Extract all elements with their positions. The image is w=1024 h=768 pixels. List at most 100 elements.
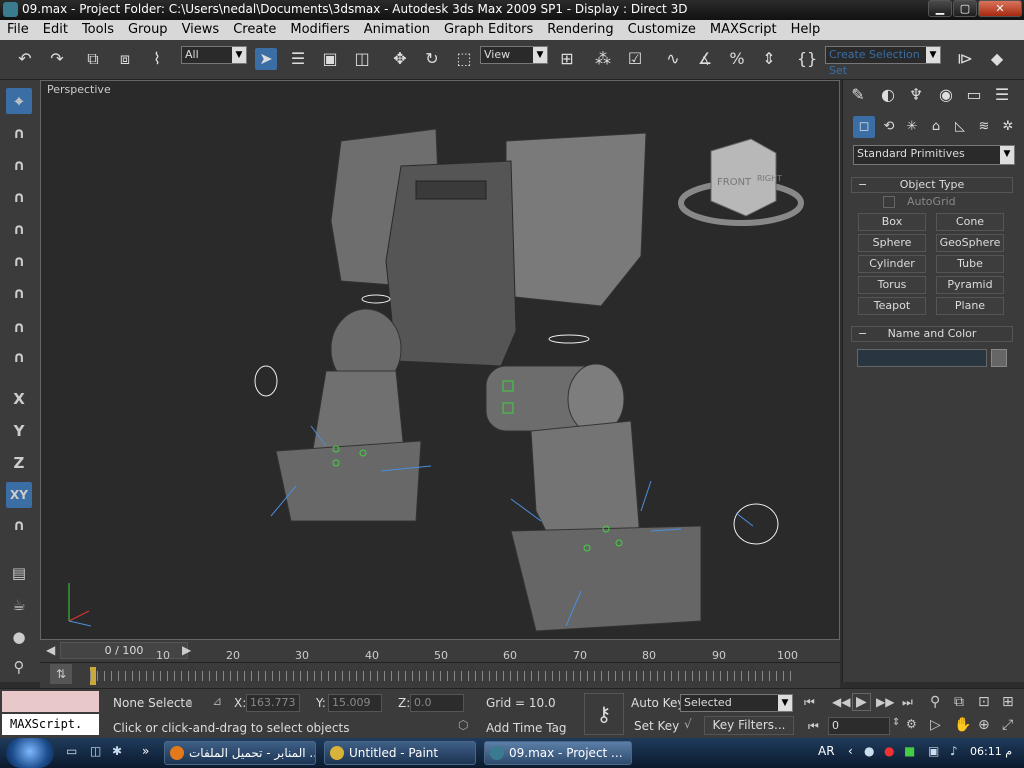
set-key-icon[interactable]: ⚷ [584, 693, 624, 735]
magnet-icon[interactable]: ∩ [6, 184, 32, 210]
tray-expand-icon[interactable]: ‹ [848, 744, 853, 758]
maxscript-listener-top[interactable] [2, 691, 99, 712]
auto-key-button[interactable]: Auto Key [631, 696, 684, 710]
track-bar[interactable]: 10 20 30 40 50 60 70 80 90 100 [40, 649, 840, 688]
time-slider-next[interactable]: ▶ [182, 643, 191, 657]
named-selection-set-dropdown[interactable]: Create Selection Set ▼ [825, 46, 941, 77]
y-coordinate-field[interactable]: 15.009 [328, 694, 382, 712]
volume-icon[interactable]: ♪ [950, 744, 958, 758]
shapes-icon[interactable]: ⟲ [878, 116, 900, 138]
maximize-viewport-icon[interactable]: ⤢ [1002, 717, 1013, 733]
quick-launch-icon[interactable]: ✱ [112, 744, 122, 758]
network-icon[interactable]: ▣ [928, 744, 939, 758]
menu-graph-editors[interactable]: Graph Editors [437, 20, 540, 37]
time-config-icon[interactable]: ⚙ [906, 717, 917, 731]
menu-customize[interactable]: Customize [621, 20, 703, 37]
spinner-snap-icon[interactable]: ⇕ [758, 48, 780, 70]
display-tab-icon[interactable]: ▭ [963, 84, 985, 106]
mini-curve-editor-icon[interactable]: ⇅ [50, 664, 72, 684]
category-dropdown[interactable]: Standard Primitives ▼ [853, 145, 1015, 165]
magnet-icon[interactable]: ∩ [6, 314, 32, 340]
clock[interactable]: 06:11 م [970, 745, 1012, 758]
box-button[interactable]: Box [858, 213, 926, 231]
frame-spinner[interactable]: ⇕ [892, 717, 900, 728]
taskbar-item-3dsmax[interactable]: 09.max - Project ... [484, 741, 632, 765]
layers-icon[interactable]: ▤ [6, 560, 32, 586]
geosphere-button[interactable]: GeoSphere [936, 234, 1004, 252]
next-frame-icon[interactable]: ▶▶ [876, 695, 894, 709]
cameras-icon[interactable]: ⌂ [925, 116, 947, 138]
keyboard-shortcut-icon[interactable]: ☑ [624, 48, 646, 70]
play-icon[interactable]: ▶ [852, 693, 871, 711]
menu-rendering[interactable]: Rendering [540, 20, 620, 37]
helpers-icon[interactable]: ◺ [949, 116, 971, 138]
snap-toggle-icon[interactable]: ⌖ [6, 88, 32, 114]
z-coordinate-field[interactable]: 0.0 [410, 694, 464, 712]
magnet-icon[interactable]: ∩ [6, 248, 32, 274]
autogrid-checkbox[interactable] [883, 196, 895, 208]
sphere-icon[interactable]: ● [6, 624, 32, 650]
motion-tab-icon[interactable]: ◉ [935, 84, 957, 106]
magnet-icon[interactable]: ∩ [6, 120, 32, 146]
light-icon[interactable]: ⚲ [6, 654, 32, 680]
tube-button[interactable]: Tube [936, 255, 1004, 273]
pivot-center-icon[interactable]: ⊞ [556, 48, 578, 70]
plane-button[interactable]: Plane [936, 297, 1004, 315]
taskbar-item-browser[interactable]: المنابر - تحميل الملفات ... [164, 741, 316, 765]
teapot-button[interactable]: Teapot [858, 297, 926, 315]
pan-icon[interactable]: ✋ [954, 717, 971, 733]
magnet-icon[interactable]: ∩ [6, 216, 32, 242]
create-tab-icon[interactable]: ✎ [847, 84, 869, 106]
viewcube-right-label[interactable]: RIGHT [757, 174, 782, 183]
zoom-icon[interactable]: ⚲ [930, 694, 940, 710]
add-time-tag[interactable]: Add Time Tag [486, 721, 567, 735]
viewcube-front-label[interactable]: FRONT [717, 177, 752, 188]
perspective-viewport[interactable]: Perspective FRONT RIGHT [40, 80, 840, 640]
geometry-icon[interactable]: ◻ [853, 116, 875, 138]
key-filters-button[interactable]: Key Filters... [704, 716, 794, 735]
magnet-icon[interactable]: ∩ [6, 152, 32, 178]
language-indicator[interactable]: AR [818, 744, 835, 758]
lock-selection-icon[interactable]: 🔒︎ [186, 694, 192, 709]
select-by-name-icon[interactable]: ☰ [287, 48, 309, 70]
redo-icon[interactable]: ↷ [46, 48, 68, 70]
menu-group[interactable]: Group [121, 20, 175, 37]
field-of-view-icon[interactable]: ▷ [930, 717, 941, 733]
axis-x-button[interactable]: X [6, 386, 32, 412]
axis-z-button[interactable]: Z [6, 450, 32, 476]
start-button[interactable] [6, 738, 54, 768]
tray-icon[interactable]: ● [864, 744, 874, 758]
systems-icon[interactable]: ✲ [997, 116, 1019, 138]
menu-tools[interactable]: Tools [75, 20, 121, 37]
app-icon[interactable] [3, 2, 18, 17]
axis-xy-button[interactable]: XY [6, 482, 32, 508]
menu-create[interactable]: Create [226, 20, 283, 37]
key-mode-toggle-icon[interactable]: ⏮ [808, 719, 819, 734]
selection-filter-dropdown[interactable]: All ▼ [181, 46, 247, 64]
menu-help[interactable]: Help [784, 20, 828, 37]
set-key-button[interactable]: Set Key [634, 719, 679, 733]
taskbar-item-paint[interactable]: Untitled - Paint [324, 741, 476, 765]
undo-icon[interactable]: ↶ [14, 48, 36, 70]
sphere-button[interactable]: Sphere [858, 234, 926, 252]
cylinder-button[interactable]: Cylinder [858, 255, 926, 273]
select-and-link-icon[interactable]: ⧉ [82, 48, 104, 70]
quick-launch-expand-icon[interactable]: » [142, 744, 149, 758]
menu-modifiers[interactable]: Modifiers [283, 20, 356, 37]
key-mode-dropdown[interactable]: Selected ▼ [680, 694, 793, 712]
minimize-button[interactable]: ▁ [928, 0, 952, 17]
utilities-tab-icon[interactable]: ☰ [991, 84, 1013, 106]
angle-snap-icon[interactable]: ∡ [694, 48, 716, 70]
maximize-button[interactable]: ▢ [953, 0, 977, 17]
select-and-move-icon[interactable]: ✥ [389, 48, 411, 70]
cone-button[interactable]: Cone [936, 213, 1004, 231]
tray-icon[interactable]: ■ [904, 744, 915, 758]
time-slider-prev[interactable]: ◀ [46, 643, 55, 657]
show-desktop-icon[interactable]: ▭ [66, 744, 77, 758]
select-and-scale-icon[interactable]: ⬚ [453, 48, 475, 70]
torus-button[interactable]: Torus [858, 276, 926, 294]
tray-icon[interactable]: ● [884, 744, 894, 758]
axis-y-button[interactable]: Y [6, 418, 32, 444]
teapot-icon[interactable]: ☕ [6, 592, 32, 618]
lights-icon[interactable]: ✳ [901, 116, 923, 138]
